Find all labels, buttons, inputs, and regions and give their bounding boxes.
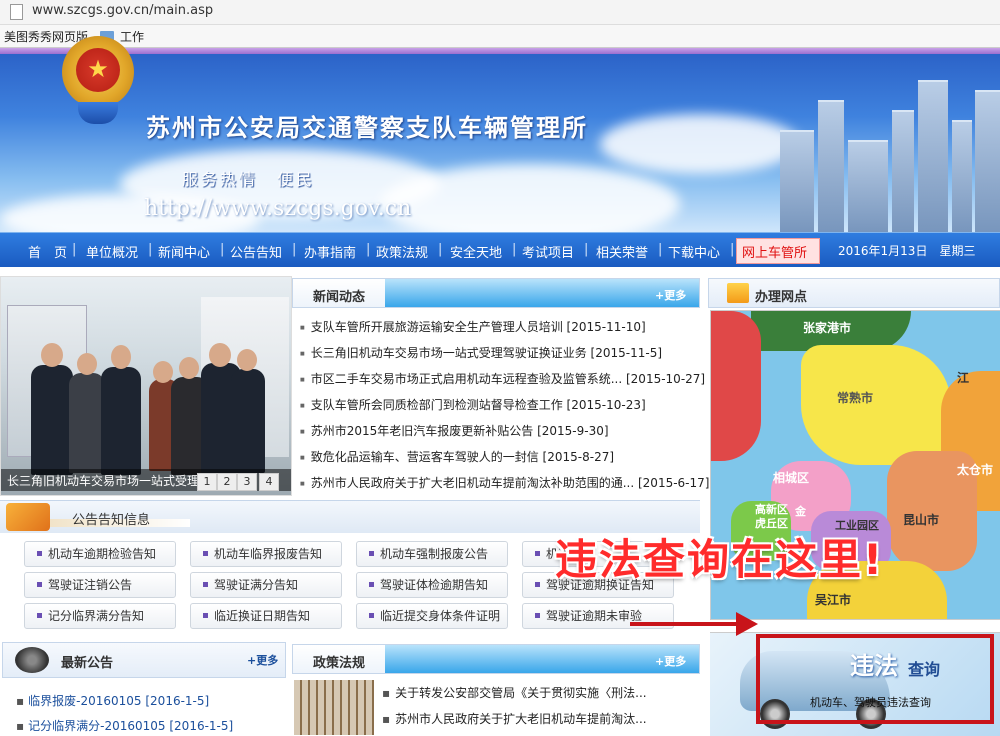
- nav-honors[interactable]: 相关荣誉: [596, 242, 648, 261]
- news-item[interactable]: 苏州市人民政府关于扩大老旧机动车提前淘汰补助范围的通... [2015-6-17…: [300, 474, 710, 491]
- bookmarks-bar: 美图秀秀网页版 工作: [0, 25, 1000, 48]
- police-emblem-icon: ★: [62, 36, 134, 124]
- policy-panel-title: 政策法规: [313, 656, 366, 671]
- notice-button[interactable]: 临近换证日期告知: [190, 603, 342, 629]
- site-title: 苏州市公安局交通警察支队车辆管理所: [146, 114, 588, 142]
- offices-panel-title: 办理网点: [755, 290, 808, 305]
- arrow-head-icon: [736, 612, 758, 636]
- nav-policy[interactable]: 政策法规: [376, 242, 428, 261]
- notice-icon: [6, 503, 50, 531]
- policy-more-link[interactable]: +更多: [655, 653, 686, 669]
- notice-button[interactable]: 临近提交身体条件证明: [356, 603, 508, 629]
- news-item[interactable]: 支队车管所会同质检部门到检测站督导检查工作 [2015-10-23]: [300, 396, 646, 413]
- policy-panel-header: 政策法规 +更多: [292, 644, 700, 674]
- policy-item[interactable]: 关于转发公安部交管局《关于贯彻实施〈刑法...: [382, 684, 646, 701]
- map-label[interactable]: 常熟市: [837, 389, 873, 406]
- notice-button[interactable]: 机动车强制报废公告: [356, 541, 508, 567]
- books-image: [294, 680, 374, 735]
- policy-item[interactable]: 苏州市人民政府关于扩大老旧机动车提前淘汰...: [382, 710, 646, 727]
- slide-page-3[interactable]: 3: [237, 473, 257, 491]
- latest-panel-header: 最新公告 +更多: [2, 642, 286, 678]
- news-item[interactable]: 支队车管所开展旅游运输安全生产管理人员培训 [2015-11-10]: [300, 318, 646, 335]
- slideshow-caption[interactable]: 长三角旧机动车交易市场一站式受理驾: [7, 472, 211, 489]
- notice-button[interactable]: 机动车逾期检验告知: [24, 541, 176, 567]
- nav-news[interactable]: 新闻中心: [158, 242, 210, 261]
- site-slogan: 服务热情 便民: [182, 170, 328, 189]
- nav-exam[interactable]: 考试项目: [522, 242, 574, 261]
- news-item[interactable]: 长三角旧机动车交易市场一站式受理驾驶证换证业务 [2015-11-5]: [300, 344, 662, 361]
- news-slideshow[interactable]: 长三角旧机动车交易市场一站式受理驾 1 2 3 4: [0, 276, 292, 496]
- news-more-link[interactable]: +更多: [655, 287, 686, 303]
- map-label[interactable]: 相城区: [773, 469, 809, 486]
- banner-url: http://www.szcgs.gov.cn: [144, 196, 412, 221]
- nav-home[interactable]: 首 页: [28, 242, 67, 261]
- bookmark-work[interactable]: 工作: [120, 28, 144, 45]
- nav-download[interactable]: 下载中心: [668, 242, 720, 261]
- current-date: 2016年1月13日 星期三: [838, 244, 976, 258]
- news-item[interactable]: 苏州市2015年老旧汽车报废更新补贴公告 [2015-9-30]: [300, 422, 609, 439]
- latest-more-link[interactable]: +更多: [247, 652, 278, 668]
- nav-about[interactable]: 单位概况: [86, 242, 138, 261]
- query-label[interactable]: 查询: [908, 656, 940, 680]
- map-label[interactable]: 张家港市: [803, 319, 851, 336]
- document-icon: [10, 4, 23, 20]
- url-text[interactable]: www.szcgs.gov.cn/main.asp: [32, 3, 213, 18]
- slide-page-4[interactable]: 4: [259, 473, 279, 491]
- latest-item[interactable]: 临界报废-20160105 [2016-1-5]: [16, 692, 209, 709]
- map-label[interactable]: 太仓市: [957, 461, 993, 478]
- nav-guide[interactable]: 办事指南: [304, 242, 356, 261]
- speaker-icon: [15, 647, 49, 673]
- annotation-text: 违法查询在这里!: [555, 535, 885, 584]
- address-bar[interactable]: www.szcgs.gov.cn/main.asp: [0, 0, 1000, 25]
- news-panel-title: 新闻动态: [313, 290, 366, 305]
- notice-button[interactable]: 记分临界满分告知: [24, 603, 176, 629]
- nav-online-service[interactable]: 网上车管所: [742, 242, 807, 261]
- building-icon: [727, 283, 749, 303]
- notice-button[interactable]: 驾驶证体检逾期告知: [356, 572, 508, 598]
- notice-button[interactable]: 驾驶证注销公告: [24, 572, 176, 598]
- latest-panel-title: 最新公告: [61, 656, 114, 671]
- map-label[interactable]: 金: [795, 503, 806, 519]
- nav-notice[interactable]: 公告告知: [230, 242, 282, 261]
- annotation-arrow: [630, 622, 740, 626]
- notice-button[interactable]: 机动车临界报废告知: [190, 541, 342, 567]
- map-label: 江: [957, 371, 970, 385]
- news-item[interactable]: 致危化品运输车、营运客车驾驶人的一封信 [2015-8-27]: [300, 448, 614, 465]
- slide-page-2[interactable]: 2: [217, 473, 237, 491]
- slide-page-1[interactable]: 1: [197, 473, 217, 491]
- latest-item[interactable]: 记分临界满分-20160105 [2016-1-5]: [16, 717, 233, 734]
- notice-title: 公告告知信息: [72, 513, 151, 528]
- notice-button[interactable]: 驾驶证满分告知: [190, 572, 342, 598]
- nav-safety[interactable]: 安全天地: [450, 242, 502, 261]
- map-label[interactable]: 吴江市: [815, 591, 851, 608]
- map-label[interactable]: 昆山市: [903, 511, 939, 528]
- news-item[interactable]: 市区二手车交易市场正式启用机动车远程查验及监管系统... [2015-10-27…: [300, 370, 705, 387]
- violation-title[interactable]: 违法: [850, 646, 898, 681]
- offices-panel-header: 办理网点: [708, 278, 1000, 308]
- violation-subtitle[interactable]: 机动车、驾驶员违法查询: [810, 694, 931, 710]
- news-panel-header: 新闻动态 +更多: [292, 278, 700, 308]
- main-nav: 首 页 | 单位概况 | 新闻中心 | 公告告知 | 办事指南 | 政策法规 |…: [0, 232, 1000, 267]
